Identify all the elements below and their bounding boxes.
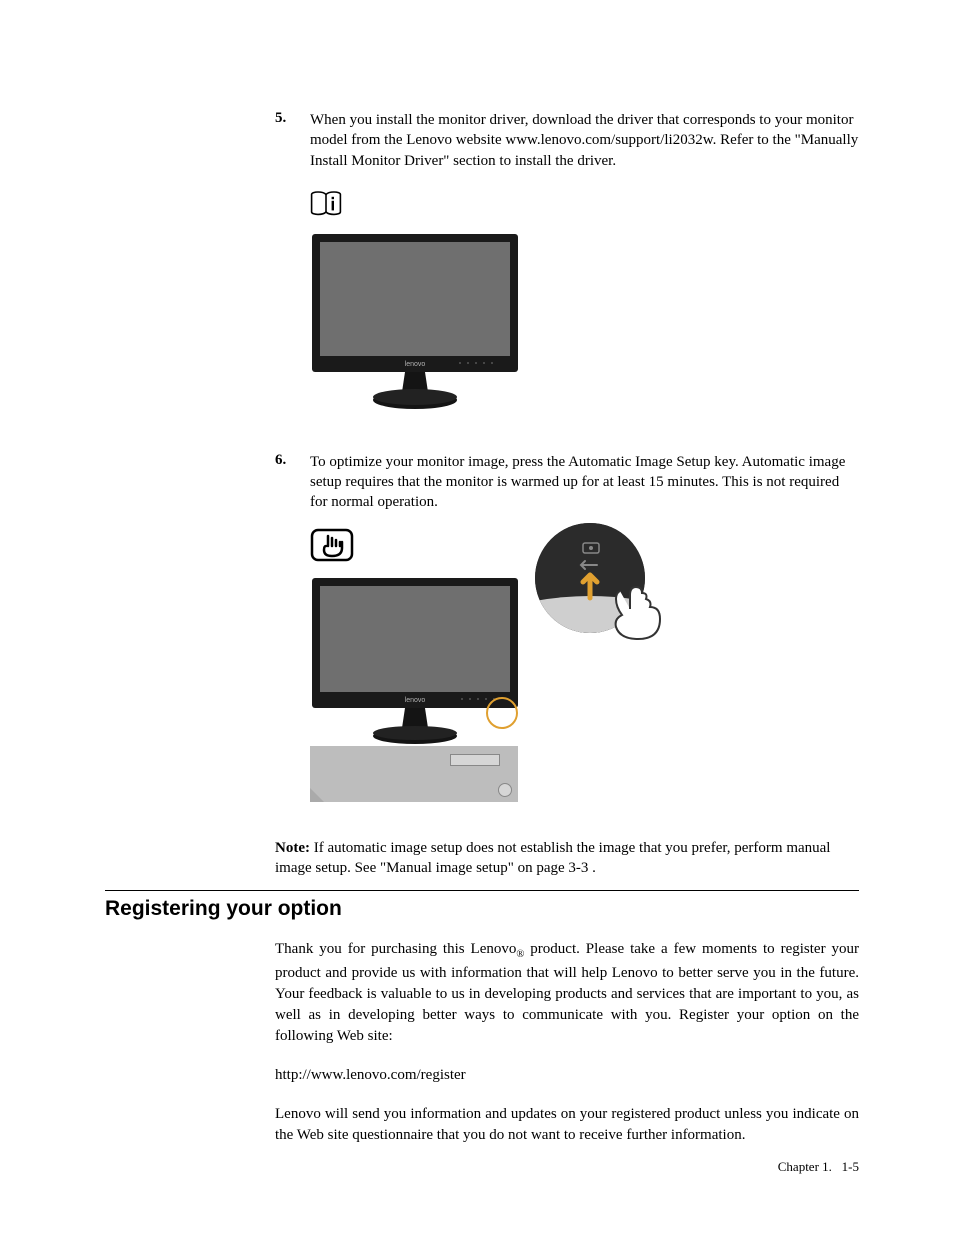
section-body: Thank you for purchasing this Lenovo® pr… [275, 939, 859, 1146]
note-text: If automatic image setup does not establ… [275, 840, 830, 876]
footer-page: 1-5 [842, 1159, 859, 1174]
figure-driver-install: lenovo [310, 191, 859, 412]
step-5-text: When you install the monitor driver, dow… [310, 110, 859, 171]
step-5: 5. When you install the monitor driver, … [275, 110, 859, 171]
step-5-number: 5. [275, 110, 310, 171]
register-para-1: Thank you for purchasing this Lenovo® pr… [275, 939, 859, 1047]
step-6-number: 6. [275, 452, 310, 513]
register-para-2: Lenovo will send you information and upd… [275, 1104, 859, 1146]
step-6-text: To optimize your monitor image, press th… [310, 452, 859, 513]
register-url: http://www.lenovo.com/register [275, 1065, 859, 1086]
page-footer: Chapter 1. 1-5 [778, 1159, 859, 1175]
para1-a: Thank you for purchasing this Lenovo [275, 941, 516, 957]
step-6: 6. To optimize your monitor image, press… [275, 452, 859, 513]
finger-pointer-icon [610, 583, 665, 643]
svg-text:lenovo: lenovo [405, 697, 426, 704]
note-block: Note: If automatic image setup does not … [275, 838, 859, 879]
base-unit-image [310, 746, 518, 802]
svg-text:lenovo: lenovo [405, 361, 426, 368]
section-divider [105, 890, 859, 891]
section-heading: Registering your option [105, 897, 859, 921]
footer-chapter: Chapter 1. [778, 1159, 832, 1174]
hand-press-icon [310, 528, 354, 562]
highlight-ring-icon [486, 697, 518, 729]
info-book-icon [310, 191, 342, 217]
figure-auto-setup: lenovo [310, 528, 859, 818]
document-page: 5. When you install the monitor driver, … [0, 0, 954, 1235]
monitor-image: lenovo [310, 232, 520, 412]
note-label: Note: [275, 840, 310, 856]
